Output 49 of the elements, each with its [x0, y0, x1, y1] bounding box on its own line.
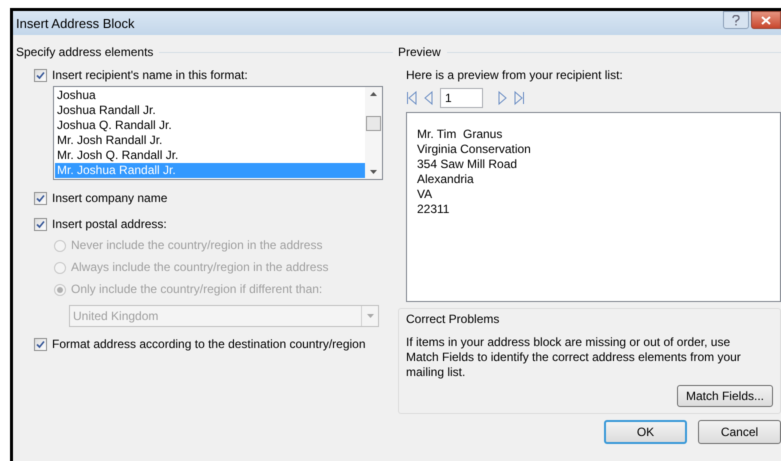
radio-label: Only include the country/region if different than:: [71, 282, 322, 297]
checkbox-label: Insert postal address:: [52, 216, 167, 232]
down-arrow-icon[interactable]: [370, 170, 377, 174]
close-icon: [761, 16, 771, 24]
up-arrow-icon[interactable]: [370, 92, 377, 96]
address-line: Alexandria: [417, 172, 475, 187]
address-line: VA: [417, 187, 434, 202]
address-line: Mr. Tim Granus: [417, 127, 504, 142]
window-title: Insert Address Block: [16, 16, 134, 30]
address-line: 354 Saw Mill Road: [417, 157, 518, 172]
dropdown-arrow-icon: [366, 314, 374, 318]
checkbox[interactable]: [34, 338, 47, 350]
list-item[interactable]: Mr. Josh Randall Jr.: [55, 133, 365, 148]
list-item[interactable]: Mr. Josh Q. Randall Jr.: [55, 148, 365, 163]
scrollbar-thumb[interactable]: [366, 116, 381, 130]
radio-label: Always include the country/region in the address: [71, 260, 328, 275]
previous-record-icon[interactable]: [422, 91, 434, 105]
checkmark-icon: [36, 340, 45, 348]
next-record-icon[interactable]: [497, 91, 509, 105]
help-text: If items in your address block are missing or out of order, use Match Fields to identify the correct address elements from your mailing list.: [406, 335, 742, 380]
checkbox-label: Insert recipient's name in this format:: [52, 68, 248, 82]
checkmark-icon: [36, 194, 45, 202]
checkbox[interactable]: [34, 192, 47, 204]
scrollbar[interactable]: [365, 87, 382, 179]
address-line: Virginia Conservation: [417, 142, 532, 157]
checkbox-label: Format address according to the destination country/region: [52, 336, 366, 352]
help-icon: [732, 14, 740, 26]
list-item[interactable]: Joshua: [55, 88, 365, 103]
group-title: Preview: [398, 45, 441, 60]
address-line: 22311: [417, 202, 450, 217]
match-fields-button[interactable]: Match Fields...: [676, 385, 773, 407]
preview-hint: Here is a preview from your recipient list:: [406, 68, 624, 83]
record-number-field[interactable]: 1: [440, 88, 483, 108]
last-record-icon[interactable]: [513, 91, 525, 105]
list-item[interactable]: Joshua Q. Randall Jr.: [55, 118, 365, 133]
group-title: Specify address elements: [16, 45, 154, 60]
help-button[interactable]: [723, 11, 749, 29]
first-record-icon[interactable]: [406, 91, 418, 105]
dialog-button[interactable]: Cancel: [698, 420, 781, 444]
close-button[interactable]: [751, 11, 781, 29]
checkbox-label: Insert company name: [52, 190, 168, 206]
checkbox[interactable]: [34, 218, 47, 230]
group-title: Correct Problems: [406, 312, 500, 327]
checkmark-icon: [36, 220, 45, 228]
radio-label: Never include the country/region in the address: [71, 238, 322, 253]
dialog-button[interactable]: OK: [604, 420, 687, 444]
checkmark-icon: [36, 70, 45, 80]
list-item[interactable]: Joshua Randall Jr.: [55, 103, 365, 118]
checkbox[interactable]: [34, 68, 47, 82]
